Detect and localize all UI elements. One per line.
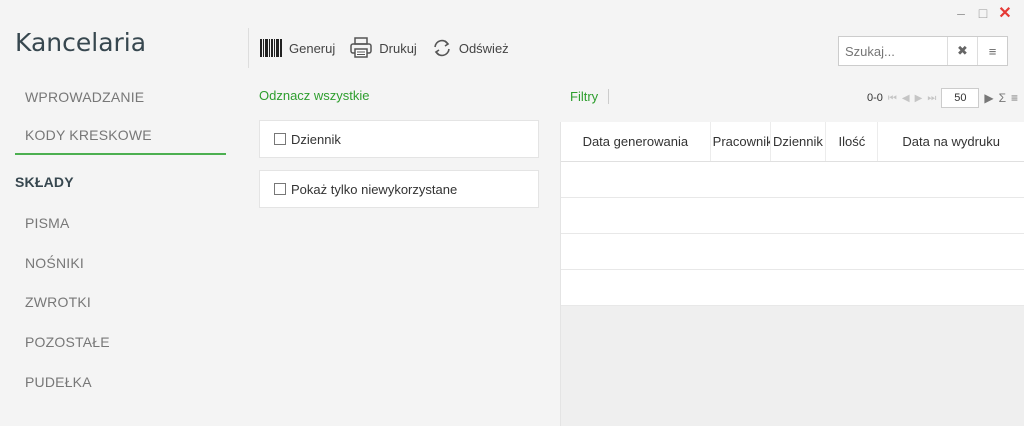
table-row[interactable]: [561, 234, 1024, 270]
filter-label: Pokaż tylko niewykorzystane: [291, 181, 458, 197]
app-title: Kancelaria: [15, 28, 147, 57]
table-row[interactable]: [561, 162, 1024, 198]
column-header[interactable]: Pracownik: [711, 122, 771, 161]
sidebar: Kancelaria WPROWADZANIE KODY KRESKOWE SK…: [0, 0, 245, 426]
column-header[interactable]: Data na wydruku: [878, 122, 1024, 161]
sidebar-item-nosniki[interactable]: NOŚNIKI: [15, 244, 226, 282]
sidebar-item-wprowadzanie[interactable]: WPROWADZANIE: [15, 78, 226, 116]
sidebar-item-kody-kreskowe[interactable]: KODY KRESKOWE: [15, 117, 226, 155]
sidebar-item-pisma[interactable]: PISMA: [15, 204, 226, 242]
printer-icon: [350, 37, 372, 58]
page-size-dropdown-icon[interactable]: ▶: [984, 91, 993, 105]
sidebar-item-zwrotki[interactable]: ZWROTKI: [15, 283, 226, 321]
checkbox[interactable]: [274, 133, 286, 145]
pager-range: 0-0: [867, 92, 883, 104]
refresh-icon: [434, 39, 450, 57]
grid-header: Data generowania Pracownik Dziennik Iloś…: [561, 122, 1024, 162]
checkbox[interactable]: [274, 183, 286, 195]
sidebar-section-sklady[interactable]: SKŁADY: [15, 163, 226, 201]
filter-unused-only[interactable]: Pokaż tylko niewykorzystane: [259, 170, 539, 208]
sidebar-item-pozostale[interactable]: POZOSTAŁE: [15, 323, 226, 361]
sidebar-item-pudelka[interactable]: PUDEŁKA: [15, 363, 226, 401]
clear-search-icon[interactable]: ✖: [947, 37, 977, 65]
barcode-icon: [260, 39, 282, 57]
column-header[interactable]: Data generowania: [561, 122, 711, 161]
filter-dziennik[interactable]: Dziennik: [259, 120, 539, 158]
generate-button[interactable]: Generuj: [259, 38, 335, 58]
generate-label: Generuj: [289, 40, 336, 56]
filter-label: Dziennik: [291, 131, 341, 147]
search-box: ✖ ≡: [838, 36, 1008, 66]
toolbar: Generuj Drukuj Odśwież: [248, 28, 523, 68]
filters-link[interactable]: Filtry: [570, 89, 610, 104]
sum-icon[interactable]: Σ: [999, 91, 1006, 105]
minimize-icon[interactable]: –: [950, 4, 972, 22]
refresh-button[interactable]: Odśwież: [431, 38, 509, 58]
unmark-all-link[interactable]: Odznacz wszystkie: [259, 88, 370, 103]
prev-page-icon[interactable]: ◀: [902, 93, 910, 104]
grid-menu-icon[interactable]: ≡: [1011, 91, 1018, 105]
last-page-icon[interactable]: ⏭: [927, 93, 936, 104]
column-header[interactable]: Dziennik: [771, 122, 827, 161]
window-controls: – □ ✕: [950, 4, 1016, 22]
next-page-icon[interactable]: ▶: [915, 93, 923, 104]
table-row[interactable]: [561, 270, 1024, 306]
search-input[interactable]: [839, 38, 947, 64]
maximize-icon[interactable]: □: [972, 4, 994, 22]
column-header[interactable]: Ilość: [826, 122, 879, 161]
refresh-label: Odśwież: [458, 40, 509, 56]
pager: 0-0 ⏮ ◀ ▶ ⏭ 50 ▶ Σ ≡: [867, 88, 1018, 108]
table-row[interactable]: [561, 198, 1024, 234]
close-icon[interactable]: ✕: [994, 4, 1016, 22]
print-button[interactable]: Drukuj: [349, 37, 417, 59]
data-grid: Data generowania Pracownik Dziennik Iloś…: [560, 122, 1024, 426]
page-size-select[interactable]: 50: [941, 88, 980, 108]
first-page-icon[interactable]: ⏮: [888, 93, 897, 104]
search-menu-icon[interactable]: ≡: [977, 37, 1007, 65]
print-label: Drukuj: [379, 40, 417, 56]
